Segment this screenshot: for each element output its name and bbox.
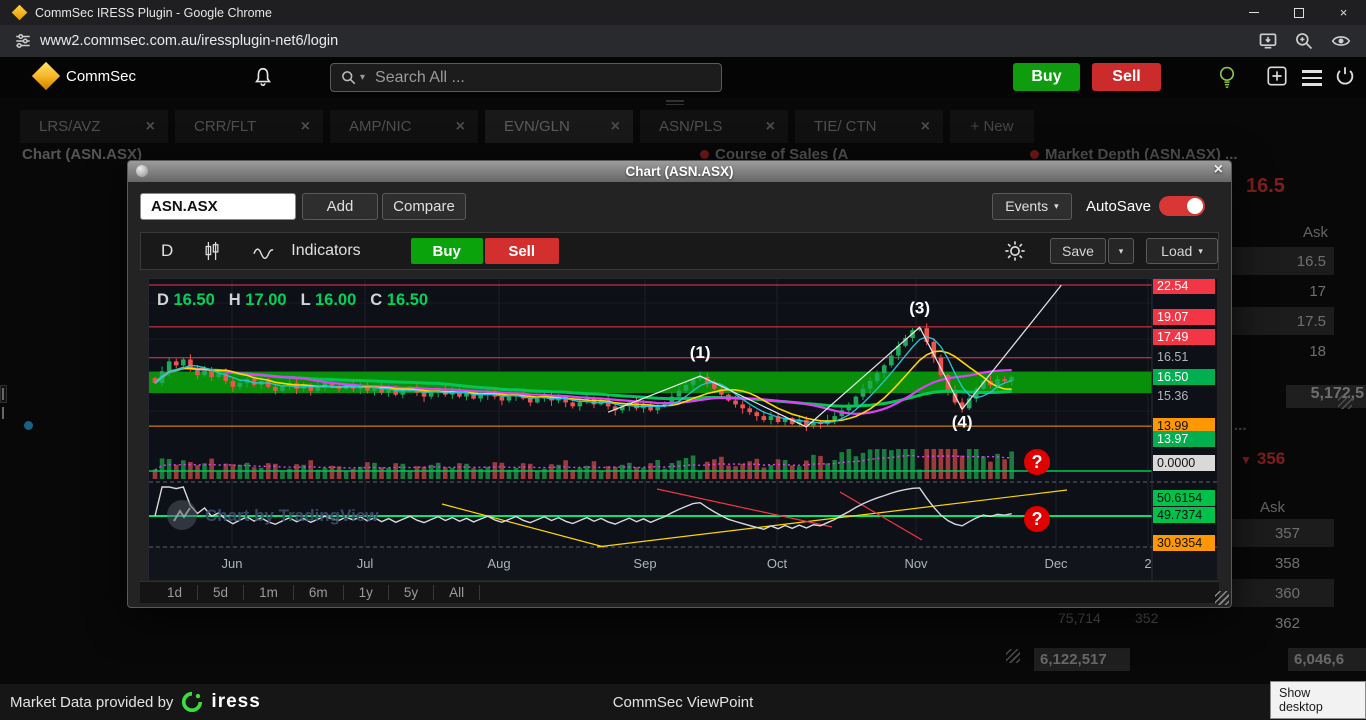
- save-options-caret[interactable]: ▾: [1108, 238, 1134, 264]
- add-button[interactable]: Add: [302, 193, 378, 220]
- range-button-6m[interactable]: 6m: [294, 585, 344, 600]
- modal-drag-dot[interactable]: [136, 165, 148, 177]
- svg-text:49.7374: 49.7374: [1157, 508, 1202, 522]
- chart-toolbar: D Indicators Buy Sell: [140, 232, 1219, 270]
- search-placeholder[interactable]: Search All ...: [375, 69, 465, 87]
- svg-text:Aug: Aug: [487, 556, 510, 571]
- zoom-icon[interactable]: [1294, 31, 1314, 51]
- candlestick-style-icon[interactable]: [203, 241, 221, 261]
- show-desktop-tooltip: Show desktop: [1270, 681, 1366, 719]
- status-bar: Market Data provided by iress CommSec Vi…: [0, 684, 1366, 720]
- tune-icon[interactable]: [14, 32, 32, 50]
- range-button-5y[interactable]: 5y: [389, 585, 434, 600]
- chart-buy-button[interactable]: Buy: [411, 238, 483, 264]
- header-buy-button[interactable]: Buy: [1013, 63, 1080, 91]
- logout-power-icon[interactable]: [1334, 65, 1356, 87]
- svg-text:Nov: Nov: [904, 556, 928, 571]
- range-button-5d[interactable]: 5d: [198, 585, 244, 600]
- svg-text:?: ?: [1032, 452, 1043, 472]
- svg-text:22.54: 22.54: [1157, 279, 1188, 293]
- add-panel-icon[interactable]: [1266, 65, 1288, 87]
- url-text[interactable]: www2.commsec.com.au/iressplugin-net6/log…: [40, 33, 338, 49]
- eye-icon[interactable]: [1330, 31, 1352, 51]
- chart-sell-button[interactable]: Sell: [485, 238, 559, 264]
- load-dropdown[interactable]: Load▾: [1146, 238, 1218, 264]
- svg-text:Jun: Jun: [222, 556, 243, 571]
- price-chart[interactable]: (1) (3) (4) Chart by TradingView?? 22.54 19.0…: [149, 279, 1217, 580]
- svg-text:16.50: 16.50: [1157, 370, 1188, 384]
- unknown-indicator-icon: ?: [1024, 449, 1050, 475]
- modal-resize-grip[interactable]: [1215, 591, 1229, 605]
- svg-text:(3): (3): [909, 298, 930, 317]
- svg-text:Sep: Sep: [633, 556, 656, 571]
- modal-title: Chart (ASN.ASX): [625, 164, 733, 179]
- settings-gear-icon[interactable]: [1004, 240, 1026, 262]
- install-app-icon[interactable]: [1258, 31, 1278, 51]
- maximize-button[interactable]: [1276, 0, 1321, 25]
- autosave-toggle[interactable]: [1159, 196, 1205, 216]
- window-title: CommSec IRESS Plugin - Google Chrome: [35, 6, 272, 20]
- global-search[interactable]: ▾ Search All ...: [330, 63, 722, 92]
- svg-text:13.97: 13.97: [1157, 432, 1188, 446]
- chevron-down-icon: ▾: [1198, 246, 1203, 257]
- svg-text:Chart by TradingView: Chart by TradingView: [205, 506, 379, 525]
- svg-text:2: 2: [1144, 556, 1151, 571]
- svg-text:17.49: 17.49: [1157, 330, 1188, 344]
- viewpoint-label: CommSec ViewPoint: [0, 694, 1366, 711]
- svg-text:16.51: 16.51: [1157, 350, 1188, 364]
- svg-text:Oct: Oct: [767, 556, 788, 571]
- modal-close-icon[interactable]: ×: [1214, 161, 1223, 179]
- window-close-button[interactable]: ×: [1321, 0, 1366, 25]
- symbol-input[interactable]: ASN.ASX: [140, 193, 296, 220]
- brand-name: CommSec: [66, 68, 136, 85]
- svg-text:Dec: Dec: [1044, 556, 1068, 571]
- svg-text:15.36: 15.36: [1157, 389, 1188, 403]
- svg-text:?: ?: [1032, 509, 1043, 529]
- range-button-1y[interactable]: 1y: [344, 585, 389, 600]
- chart-modal: Chart (ASN.ASX) × ASN.ASX Add Compare Ev…: [127, 160, 1232, 608]
- menu-icon[interactable]: [1302, 66, 1322, 90]
- notifications-bell-icon[interactable]: [252, 65, 274, 89]
- app-header: CommSec ▾ Search All ... Buy Sell: [0, 57, 1366, 97]
- svg-text:30.9354: 30.9354: [1157, 536, 1202, 550]
- ideas-lightbulb-icon[interactable]: [1217, 65, 1237, 91]
- commsec-favicon: [12, 5, 28, 21]
- workspace: LRS/AVZ×CRR/FLT×AMP/NIC×EVN/GLN×ASN/PLS×…: [0, 97, 1366, 684]
- events-dropdown[interactable]: Events▾: [992, 193, 1072, 220]
- svg-text:(4): (4): [952, 412, 973, 431]
- range-button-1d[interactable]: 1d: [152, 585, 198, 600]
- range-selector: 1d5d1m6m1y5yAll: [140, 581, 1219, 603]
- chevron-down-icon: ▾: [1054, 201, 1059, 212]
- search-icon: [341, 70, 356, 85]
- svg-text:(1): (1): [690, 343, 711, 362]
- commsec-logo: [32, 62, 60, 90]
- interval-button[interactable]: D: [161, 241, 173, 261]
- minimize-button[interactable]: [1231, 0, 1276, 25]
- header-sell-button[interactable]: Sell: [1092, 63, 1161, 91]
- svg-text:13.99: 13.99: [1157, 419, 1188, 433]
- window-titlebar: CommSec IRESS Plugin - Google Chrome ×: [0, 0, 1366, 25]
- save-button[interactable]: Save: [1050, 238, 1106, 264]
- range-button-1m[interactable]: 1m: [244, 585, 294, 600]
- svg-text:50.6154: 50.6154: [1157, 491, 1202, 505]
- autosave-label: AutoSave: [1086, 198, 1151, 215]
- range-button-All[interactable]: All: [434, 585, 480, 600]
- svg-text:0.0000: 0.0000: [1157, 456, 1195, 470]
- browser-urlbar: www2.commsec.com.au/iressplugin-net6/log…: [0, 25, 1366, 57]
- line-tools-icon[interactable]: [253, 243, 275, 259]
- modal-titlebar[interactable]: Chart (ASN.ASX) ×: [128, 161, 1231, 182]
- compare-button[interactable]: Compare: [382, 193, 466, 220]
- search-scope-caret-icon[interactable]: ▾: [360, 72, 365, 83]
- indicators-button[interactable]: Indicators: [291, 242, 360, 260]
- unknown-indicator-icon: ?: [1024, 506, 1050, 532]
- svg-text:Jul: Jul: [357, 556, 374, 571]
- chart-area[interactable]: (1) (3) (4) Chart by TradingView?? 22.54 19.0…: [148, 278, 1216, 579]
- svg-text:19.07: 19.07: [1157, 310, 1188, 324]
